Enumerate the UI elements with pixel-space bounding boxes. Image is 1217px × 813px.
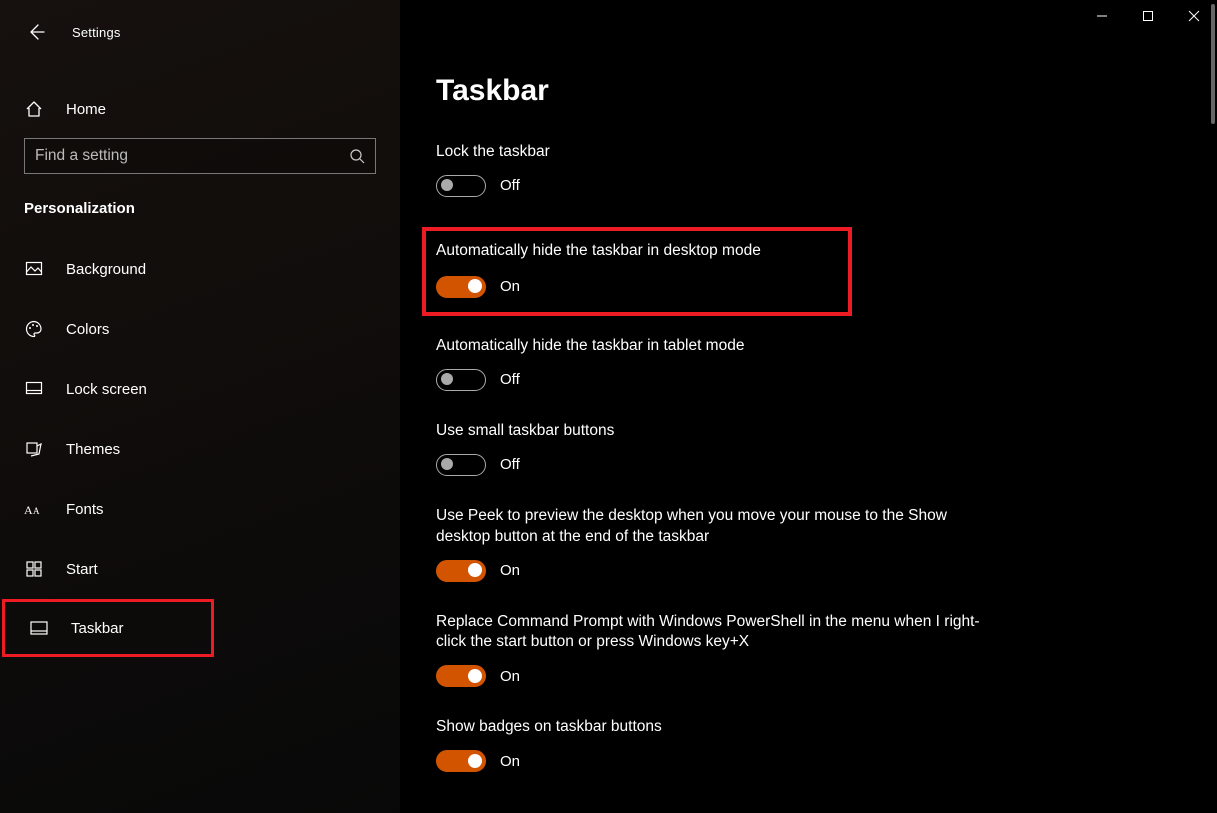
sidebar-item-taskbar[interactable]: Taskbar: [2, 599, 214, 657]
toggle-state: Off: [500, 177, 520, 194]
sidebar-item-label: Fonts: [66, 501, 104, 518]
search-icon: [349, 148, 365, 164]
minimize-button[interactable]: [1079, 0, 1125, 32]
sidebar: Settings Home Personalization Background: [0, 0, 400, 813]
toggle-badges[interactable]: [436, 750, 486, 772]
setting-label: Show badges on taskbar buttons: [436, 717, 996, 738]
setting-label: Use Peek to preview the desktop when you…: [436, 506, 996, 548]
toggle-state: On: [500, 753, 520, 770]
toggle-state: Off: [500, 456, 520, 473]
palette-icon: [24, 320, 44, 338]
setting-small-buttons: Use small taskbar buttons Off: [436, 421, 996, 476]
close-button[interactable]: [1171, 0, 1217, 32]
setting-autohide-desktop: Automatically hide the taskbar in deskto…: [422, 227, 852, 316]
window-controls: [1079, 0, 1217, 32]
sidebar-item-lock-screen[interactable]: Lock screen: [0, 359, 400, 419]
back-button[interactable]: [24, 20, 48, 44]
sidebar-item-label: Taskbar: [71, 620, 124, 637]
fonts-icon: AA: [24, 501, 44, 517]
category-title: Personalization: [0, 194, 400, 239]
toggle-state: On: [500, 278, 520, 295]
setting-autohide-tablet: Automatically hide the taskbar in tablet…: [436, 336, 996, 391]
svg-text:A: A: [33, 506, 40, 516]
search-box[interactable]: [24, 138, 376, 174]
svg-text:A: A: [24, 503, 33, 517]
setting-peek: Use Peek to preview the desktop when you…: [436, 506, 996, 582]
setting-label: Use small taskbar buttons: [436, 421, 996, 442]
sidebar-item-themes[interactable]: Themes: [0, 419, 400, 479]
sidebar-item-fonts[interactable]: AA Fonts: [0, 479, 400, 539]
toggle-autohide-desktop[interactable]: [436, 276, 486, 298]
sidebar-item-label: Background: [66, 261, 146, 278]
setting-label: Automatically hide the taskbar in deskto…: [436, 241, 834, 262]
toggle-autohide-tablet[interactable]: [436, 369, 486, 391]
toggle-state: On: [500, 562, 520, 579]
app-title: Settings: [72, 25, 121, 40]
image-icon: [24, 260, 44, 278]
home-icon: [24, 100, 44, 118]
start-icon: [24, 561, 44, 577]
setting-badges: Show badges on taskbar buttons On: [436, 717, 996, 772]
sidebar-item-start[interactable]: Start: [0, 539, 400, 599]
maximize-button[interactable]: [1125, 0, 1171, 32]
search-input[interactable]: [35, 147, 335, 165]
setting-powershell: Replace Command Prompt with Windows Powe…: [436, 612, 996, 688]
lock-screen-icon: [24, 380, 44, 398]
home-nav[interactable]: Home: [0, 86, 400, 132]
home-label: Home: [66, 101, 106, 118]
taskbar-icon: [29, 621, 49, 635]
toggle-lock-taskbar[interactable]: [436, 175, 486, 197]
toggle-powershell[interactable]: [436, 665, 486, 687]
toggle-peek[interactable]: [436, 560, 486, 582]
setting-label: Automatically hide the taskbar in tablet…: [436, 336, 996, 357]
setting-label: Replace Command Prompt with Windows Powe…: [436, 612, 996, 654]
toggle-small-buttons[interactable]: [436, 454, 486, 476]
sidebar-item-label: Colors: [66, 321, 109, 338]
content-pane: Taskbar Lock the taskbar Off Automatical…: [400, 0, 1217, 813]
toggle-state: On: [500, 668, 520, 685]
setting-lock-taskbar: Lock the taskbar Off: [436, 142, 996, 197]
sidebar-item-label: Start: [66, 561, 98, 578]
page-title: Taskbar: [436, 74, 1181, 108]
sidebar-item-label: Lock screen: [66, 381, 147, 398]
toggle-state: Off: [500, 371, 520, 388]
setting-label: Lock the taskbar: [436, 142, 996, 163]
sidebar-item-label: Themes: [66, 441, 120, 458]
themes-icon: [24, 440, 44, 458]
sidebar-item-background[interactable]: Background: [0, 239, 400, 299]
sidebar-item-colors[interactable]: Colors: [0, 299, 400, 359]
